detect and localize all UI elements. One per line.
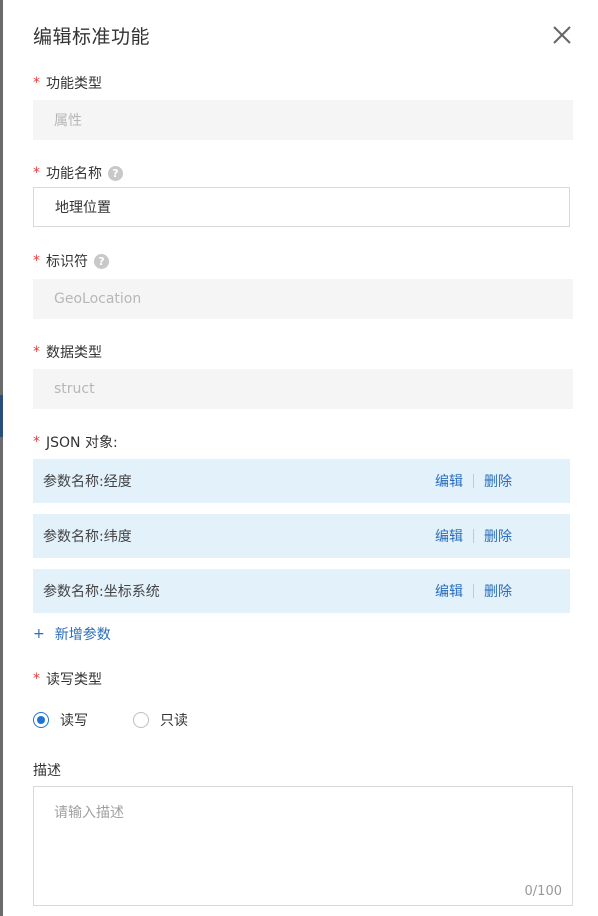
identifier-label-text: 标识符 xyxy=(46,254,88,270)
data-type-value: struct xyxy=(54,381,95,397)
dialog-title: 编辑标准功能 xyxy=(33,26,151,48)
description-label-text: 描述 xyxy=(33,763,61,779)
radio-read-only-label: 只读 xyxy=(160,713,188,729)
param-row: 参数名称:经度 编辑 删除 xyxy=(33,459,570,503)
description-placeholder: 请输入描述 xyxy=(54,805,124,821)
radio-unchecked-icon xyxy=(133,712,149,728)
identifier-field: GeoLocation xyxy=(33,279,573,319)
param-row: 参数名称:坐标系统 编辑 删除 xyxy=(33,569,570,613)
json-object-label: * JSON 对象: xyxy=(33,432,118,452)
data-type-label-text: 数据类型 xyxy=(46,345,102,361)
required-mark: * xyxy=(33,165,40,181)
divider xyxy=(473,474,474,488)
feature-name-value: 地理位置 xyxy=(55,200,111,216)
feature-name-label-text: 功能名称 xyxy=(46,166,102,182)
question-circle-icon[interactable]: ? xyxy=(94,253,109,269)
radio-read-only[interactable]: 只读 xyxy=(133,710,188,730)
required-mark: * xyxy=(33,671,40,687)
rw-type-label-text: 读写类型 xyxy=(46,672,102,688)
rw-type-label: * 读写类型 xyxy=(33,669,102,689)
divider xyxy=(473,584,474,598)
identifier-value: GeoLocation xyxy=(54,291,142,307)
json-object-label-text: JSON 对象: xyxy=(46,435,118,451)
param-name: 参数名称:经度 xyxy=(43,474,132,490)
required-mark: * xyxy=(33,434,40,450)
radio-read-write[interactable]: 读写 xyxy=(33,710,88,730)
param-delete-link[interactable]: 删除 xyxy=(484,526,512,546)
required-mark: * xyxy=(33,75,40,91)
divider xyxy=(473,529,474,543)
char-counter: 0/100 xyxy=(524,884,562,899)
required-mark: * xyxy=(33,253,40,269)
param-edit-link[interactable]: 编辑 xyxy=(435,471,463,491)
radio-read-write-label: 读写 xyxy=(60,713,88,729)
edit-feature-dialog: 编辑标准功能 * 功能类型 属性 * 功能名称 ? 地理位置 * 标识符 ? G… xyxy=(3,0,598,916)
plus-icon: + xyxy=(33,626,45,642)
feature-type-label: * 功能类型 xyxy=(33,73,102,93)
identifier-label: * 标识符 ? xyxy=(33,251,109,271)
close-icon[interactable] xyxy=(551,24,573,46)
add-param-button[interactable]: + 新增参数 xyxy=(33,624,111,644)
param-delete-link[interactable]: 删除 xyxy=(484,581,512,601)
radio-checked-icon xyxy=(33,712,49,728)
data-type-field: struct xyxy=(33,369,573,409)
required-mark: * xyxy=(33,344,40,360)
param-row: 参数名称:纬度 编辑 删除 xyxy=(33,514,570,558)
description-label: 描述 xyxy=(33,760,61,780)
feature-name-input[interactable]: 地理位置 xyxy=(33,187,570,227)
param-edit-link[interactable]: 编辑 xyxy=(435,581,463,601)
question-circle-icon[interactable]: ? xyxy=(108,165,123,181)
feature-type-value: 属性 xyxy=(54,113,82,129)
param-delete-link[interactable]: 删除 xyxy=(484,471,512,491)
param-name: 参数名称:坐标系统 xyxy=(43,584,160,600)
param-edit-link[interactable]: 编辑 xyxy=(435,526,463,546)
add-param-label: 新增参数 xyxy=(54,627,111,643)
description-textarea[interactable]: 请输入描述 0/100 xyxy=(33,786,573,906)
feature-type-label-text: 功能类型 xyxy=(46,76,102,92)
param-name: 参数名称:纬度 xyxy=(43,529,132,545)
feature-type-field: 属性 xyxy=(33,100,573,140)
data-type-label: * 数据类型 xyxy=(33,342,102,362)
feature-name-label: * 功能名称 ? xyxy=(33,163,123,183)
